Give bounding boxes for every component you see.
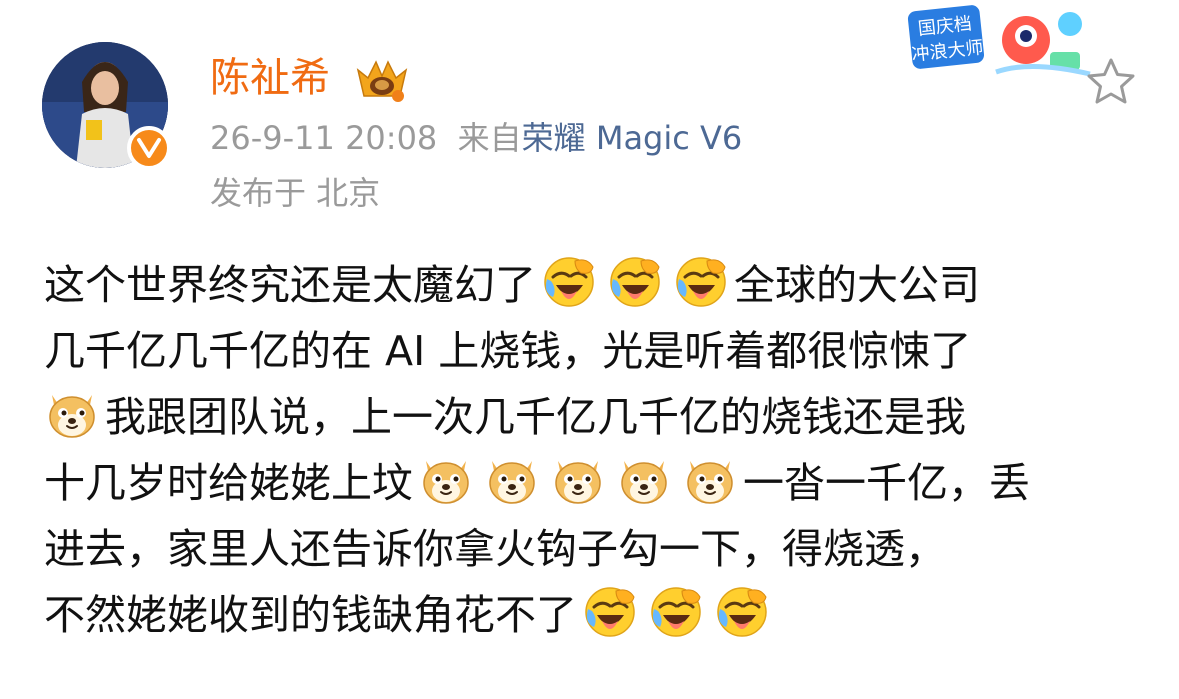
doge-emoji xyxy=(418,451,474,507)
post-text: 进去，家里人还告诉你拿火钩子勾一下，得烧透， xyxy=(44,525,946,573)
timestamp[interactable]: 26-9-11 20:08 xyxy=(210,119,437,157)
post-line: 进去，家里人还告诉你拿火钩子勾一下，得烧透， xyxy=(44,516,1154,582)
doge-emoji xyxy=(550,451,606,507)
doge-emoji xyxy=(616,451,672,507)
post-line: 我跟团队说，上一次几千亿几千亿的烧钱还是我 xyxy=(44,384,1154,450)
post-text: 十几岁时给姥姥上坟 xyxy=(44,459,413,507)
doge-emoji xyxy=(484,451,540,507)
crown-badge-icon[interactable] xyxy=(354,56,410,104)
event-badge[interactable]: 国庆档 冲浪大师 xyxy=(900,2,1100,88)
laugh-cry-emoji xyxy=(541,253,597,309)
laugh-cry-emoji xyxy=(714,583,770,639)
location: 发布于 北京 xyxy=(210,174,381,212)
post-text: 我跟团队说，上一次几千亿几千亿的烧钱还是我 xyxy=(105,393,966,441)
post-text: 一沓一千亿，丢 xyxy=(743,459,1030,507)
post-line: 十几岁时给姥姥上坟 一沓一千亿，丢 xyxy=(44,450,1154,516)
post-text: 这个世界终究还是太魔幻了 xyxy=(44,261,536,309)
post-body: 这个世界终究还是太魔幻了 全球的大公司 几千亿几千亿的在 AI 上烧钱，光是听着都… xyxy=(44,252,1154,648)
post-line: 这个世界终究还是太魔幻了 全球的大公司 xyxy=(44,252,1154,318)
post-line: 不然姥姥收到的钱缺角花不了 xyxy=(44,582,1154,648)
doge-emoji xyxy=(44,385,100,441)
verified-v-icon xyxy=(127,126,171,170)
post-text: 几千亿几千亿的在 AI 上烧钱，光是听着都很惊悚了 xyxy=(44,327,972,375)
device-brand-link[interactable]: 荣耀 xyxy=(522,119,586,157)
source-prefix: 来自 xyxy=(457,119,522,157)
post-meta: 26-9-11 20:08 来自荣耀 Magic V6 xyxy=(210,115,742,161)
post-text: 不然姥姥收到的钱缺角花不了 xyxy=(44,591,577,639)
laugh-cry-emoji xyxy=(673,253,729,309)
laugh-cry-emoji xyxy=(648,583,704,639)
star-icon[interactable] xyxy=(1085,56,1137,108)
device-model-link[interactable]: Magic V6 xyxy=(596,119,742,157)
post-line: 几千亿几千亿的在 AI 上烧钱，光是听着都很惊悚了 xyxy=(44,318,1154,384)
laugh-cry-emoji xyxy=(582,583,638,639)
post-text: 全球的大公司 xyxy=(734,261,980,309)
username[interactable]: 陈祉希 xyxy=(210,50,330,106)
doge-emoji xyxy=(682,451,738,507)
laugh-cry-emoji xyxy=(607,253,663,309)
